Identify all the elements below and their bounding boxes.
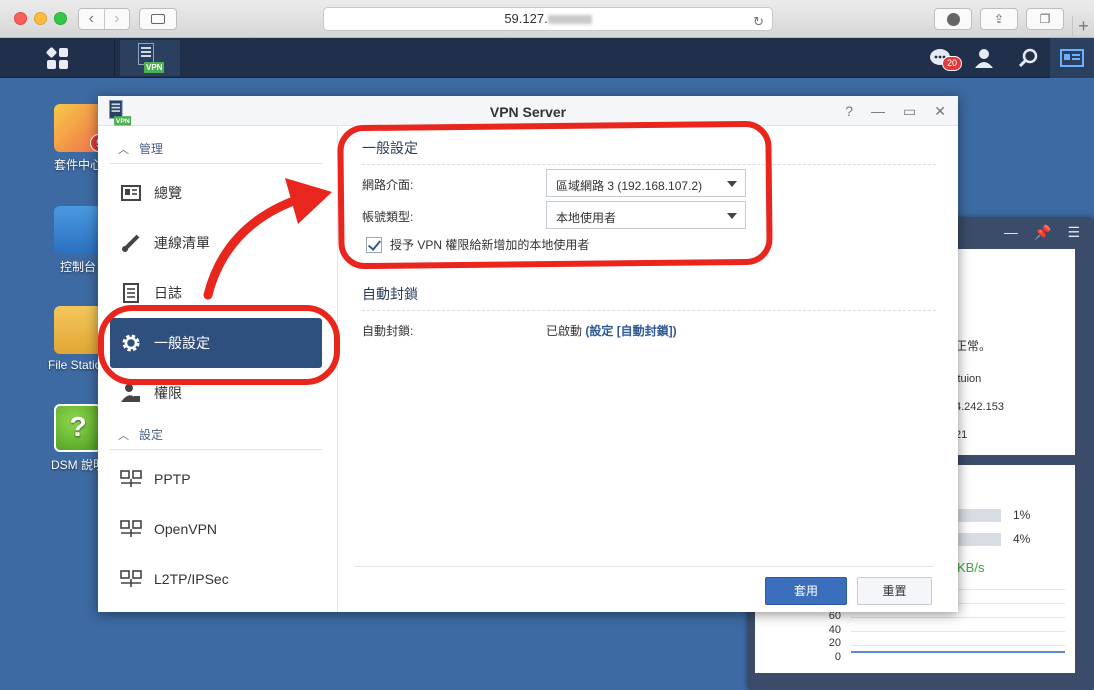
sidebar-icon [151, 14, 165, 24]
pin-icon[interactable]: 📌 [1034, 224, 1051, 241]
forward-icon[interactable]: › [103, 9, 130, 29]
history-nav: ‹ › [78, 8, 130, 30]
overview-icon [120, 182, 142, 204]
help-icon: ? [54, 404, 102, 452]
network-icon [120, 568, 142, 590]
chevron-up-icon: ︿ [118, 144, 129, 156]
widget-menu-icon[interactable]: ☰ [1067, 224, 1080, 241]
sidebar-section-settings[interactable]: ︿ 設定 [110, 426, 322, 450]
share-icon: ⇪ [993, 12, 1005, 26]
sidebar-item-label: PPTP [154, 471, 191, 487]
sidebar-item-label: 總覽 [154, 185, 182, 201]
vpn-server-icon: VPN [138, 43, 165, 73]
downloads-button[interactable] [934, 8, 972, 30]
address-text: 59.127. [504, 11, 548, 26]
footer-divider [354, 566, 934, 567]
chevron-up-icon: ︿ [118, 430, 129, 442]
sidebar-item-label: 日誌 [154, 285, 182, 301]
auto-block-settings-link[interactable]: (設定 [自動封鎖]) [585, 324, 676, 338]
tabs-icon: ❐ [1039, 12, 1051, 26]
sidebar-item-l2tp-ipsec[interactable]: L2TP/IPSec [110, 554, 322, 604]
help-icon[interactable]: ? [845, 103, 853, 120]
connection-icon [120, 232, 142, 254]
sidebar-item-pptp[interactable]: PPTP [110, 454, 322, 504]
control-panel-icon [54, 206, 102, 254]
main-menu-button[interactable] [0, 38, 115, 78]
minimize-icon[interactable]: — [1004, 224, 1018, 240]
chart-tick: 0 [834, 651, 841, 663]
sidebar-item-label: L2TP/IPSec [154, 571, 229, 587]
folder-icon [54, 306, 102, 354]
network-icon [120, 518, 142, 540]
new-tab-button[interactable]: + [1072, 16, 1094, 38]
network-series-line [851, 651, 1065, 653]
apply-button[interactable]: 套用 [765, 577, 847, 605]
health-status: 正常。 [955, 339, 992, 353]
auto-block-status: 已啟動 [546, 324, 583, 338]
sidebar-item-label: OpenVPN [154, 521, 218, 537]
maximize-icon[interactable]: ▭ [903, 103, 916, 120]
address-bar[interactable]: 59.127. ↻ [323, 7, 773, 31]
browser-toolbar: ‹ › 59.127. ↻ ⇪ ❐ + [0, 0, 1094, 38]
zoom-window-button[interactable] [54, 12, 67, 25]
minimize-window-button[interactable] [34, 12, 47, 25]
user-button[interactable] [962, 38, 1006, 78]
notifications-button[interactable]: 20 [918, 38, 963, 78]
sidebar-item-label: 權限 [154, 385, 182, 401]
sidebar-item-openvpn[interactable]: OpenVPN [110, 504, 322, 554]
minimize-icon[interactable]: — [871, 103, 885, 120]
chart-tick: 20 [828, 637, 841, 649]
highlight-annotation-general-settings [337, 120, 773, 270]
close-icon[interactable]: ✕ [934, 103, 946, 120]
search-icon [1018, 48, 1038, 68]
dsm-taskbar: VPN 20 [0, 38, 1094, 78]
main-menu-icon [45, 46, 68, 69]
close-window-button[interactable] [14, 12, 27, 25]
back-icon[interactable]: ‹ [79, 9, 104, 29]
auto-block-label: 自動封鎖: [362, 324, 414, 338]
search-button[interactable] [1006, 38, 1050, 78]
cpu-percent: 1% [1013, 508, 1031, 522]
auto-block-heading: 自動封鎖 [362, 284, 936, 311]
window-title: VPN Server [489, 104, 567, 120]
ip-address: 4.242.153 [955, 401, 1004, 413]
chart-tick: 40 [828, 624, 841, 636]
annotation-arrow [203, 178, 332, 300]
highlight-annotation-sidebar-item [98, 305, 340, 385]
network-speed: KB/s [957, 560, 985, 575]
package-center-icon: 5 [54, 104, 108, 152]
sidebar-toggle-button[interactable] [139, 8, 177, 30]
widgets-button[interactable] [1050, 38, 1094, 78]
server-name: ituion [955, 373, 982, 385]
reload-icon[interactable]: ↻ [753, 11, 764, 33]
user-icon [975, 49, 993, 68]
taskbar-vpn-app[interactable]: VPN [120, 40, 180, 76]
redacted-address [547, 15, 592, 25]
widget-panel-icon [1060, 49, 1084, 67]
auto-block-value: 已啟動 (設定 [自動封鎖]) [546, 322, 677, 339]
log-icon [120, 282, 142, 304]
ram-percent: 4% [1013, 532, 1031, 546]
reset-button[interactable]: 重置 [857, 577, 932, 605]
tabs-overview-button[interactable]: ❐ [1026, 8, 1064, 30]
share-button[interactable]: ⇪ [980, 8, 1018, 30]
download-icon [946, 12, 960, 26]
window-titlebar: VPN VPN Server ? — ▭ ✕ [98, 96, 958, 126]
user-lock-icon [120, 382, 142, 404]
network-icon [120, 468, 142, 490]
notification-badge: 20 [942, 56, 963, 71]
